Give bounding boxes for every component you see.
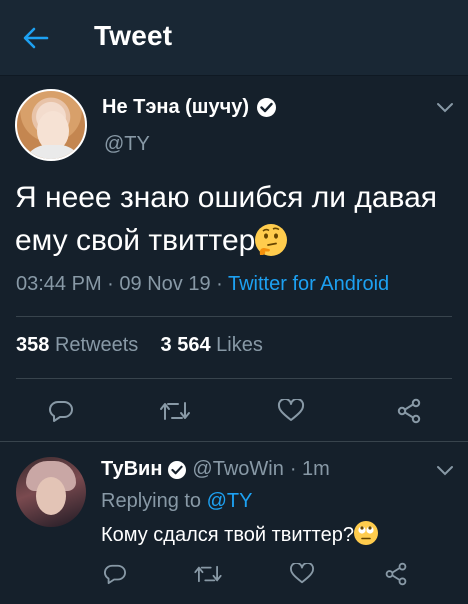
arrow-left-icon	[23, 27, 49, 49]
reply-header: ТуВин @TwoWin · 1m	[101, 458, 330, 481]
tweet-menu-caret[interactable]	[436, 101, 454, 113]
author-handle[interactable]: @TY	[104, 133, 150, 156]
reply-like-button[interactable]	[287, 559, 317, 589]
reply-author-handle[interactable]: @TwoWin	[192, 458, 283, 481]
reply-bubble-icon	[49, 401, 73, 422]
divider	[16, 378, 452, 379]
reply-text-body: Кому сдался твой твиттер?	[101, 524, 354, 546]
tweet-date: 09 Nov 19	[119, 273, 211, 295]
retweets-stat[interactable]: 358 Retweets	[16, 334, 138, 356]
retweets-count: 358	[16, 334, 50, 356]
retweet-button[interactable]	[155, 394, 195, 428]
retweet-icon	[194, 565, 222, 583]
section-divider	[0, 441, 468, 442]
verified-badge-icon	[257, 98, 276, 117]
replying-mention-link[interactable]: @TY	[207, 490, 253, 512]
share-button[interactable]	[392, 394, 426, 428]
top-bar: Tweet	[0, 0, 468, 76]
author-display-name[interactable]: Не Тэна (шучу)	[102, 96, 249, 119]
author-name-row: Не Тэна (шучу)	[102, 96, 276, 119]
tweet-text-body: Я неее знаю ошибся ли давая ему свой тви…	[15, 181, 438, 257]
verified-badge-icon	[168, 460, 187, 479]
reply-retweet-button[interactable]	[190, 559, 226, 589]
back-button[interactable]	[18, 22, 54, 54]
author-avatar[interactable]	[15, 89, 87, 161]
reply-author-avatar[interactable]	[16, 457, 86, 527]
reply-age: · 1m	[289, 458, 330, 480]
reply-reply-button[interactable]	[100, 559, 130, 589]
avatar-shirt	[23, 145, 83, 159]
retweets-label: Retweets	[54, 334, 139, 356]
heart-icon	[290, 563, 314, 584]
meta-separator: ·	[101, 273, 120, 295]
tweet-meta: 03:44 PM · 09 Nov 19 · Twitter for Andro…	[16, 273, 389, 296]
reply-button[interactable]	[44, 394, 78, 428]
like-button[interactable]	[274, 394, 308, 428]
reply-bubble-icon	[104, 564, 126, 585]
likes-count: 3 564	[160, 334, 211, 356]
tweet-stats: 358 Retweets 3 564 Likes	[16, 334, 263, 357]
retweet-icon	[160, 402, 190, 420]
page-title: Tweet	[94, 20, 173, 51]
likes-label: Likes	[216, 334, 263, 356]
main-tweet: Не Тэна (шучу) @TY Я неее знаю ошибся ли…	[0, 76, 468, 441]
tweet-text: Я неее знаю ошибся ли давая ему свой тви…	[15, 176, 455, 262]
avatar-face	[36, 477, 66, 515]
thinking-face-icon	[255, 224, 288, 256]
chevron-down-icon	[437, 466, 453, 476]
likes-stat[interactable]: 3 564 Likes	[161, 334, 263, 356]
share-icon	[385, 562, 407, 586]
replying-prefix: Replying to	[101, 490, 202, 512]
face-with-rolling-eyes-icon	[354, 521, 378, 545]
replying-to-line: Replying to @TY	[101, 490, 252, 513]
share-icon	[397, 398, 421, 424]
heart-icon	[277, 399, 305, 421]
reply-author-name[interactable]: ТуВин	[101, 458, 162, 481]
meta-separator: ·	[210, 273, 228, 295]
divider	[16, 316, 452, 317]
tweet-source-link[interactable]: Twitter for Android	[228, 273, 389, 295]
chevron-down-icon	[437, 103, 453, 113]
reply-text: Кому сдался твой твиттер?	[101, 521, 378, 547]
reply-menu-caret[interactable]	[436, 464, 454, 476]
reply-share-button[interactable]	[381, 559, 411, 589]
tweet-time: 03:44 PM	[16, 273, 102, 295]
